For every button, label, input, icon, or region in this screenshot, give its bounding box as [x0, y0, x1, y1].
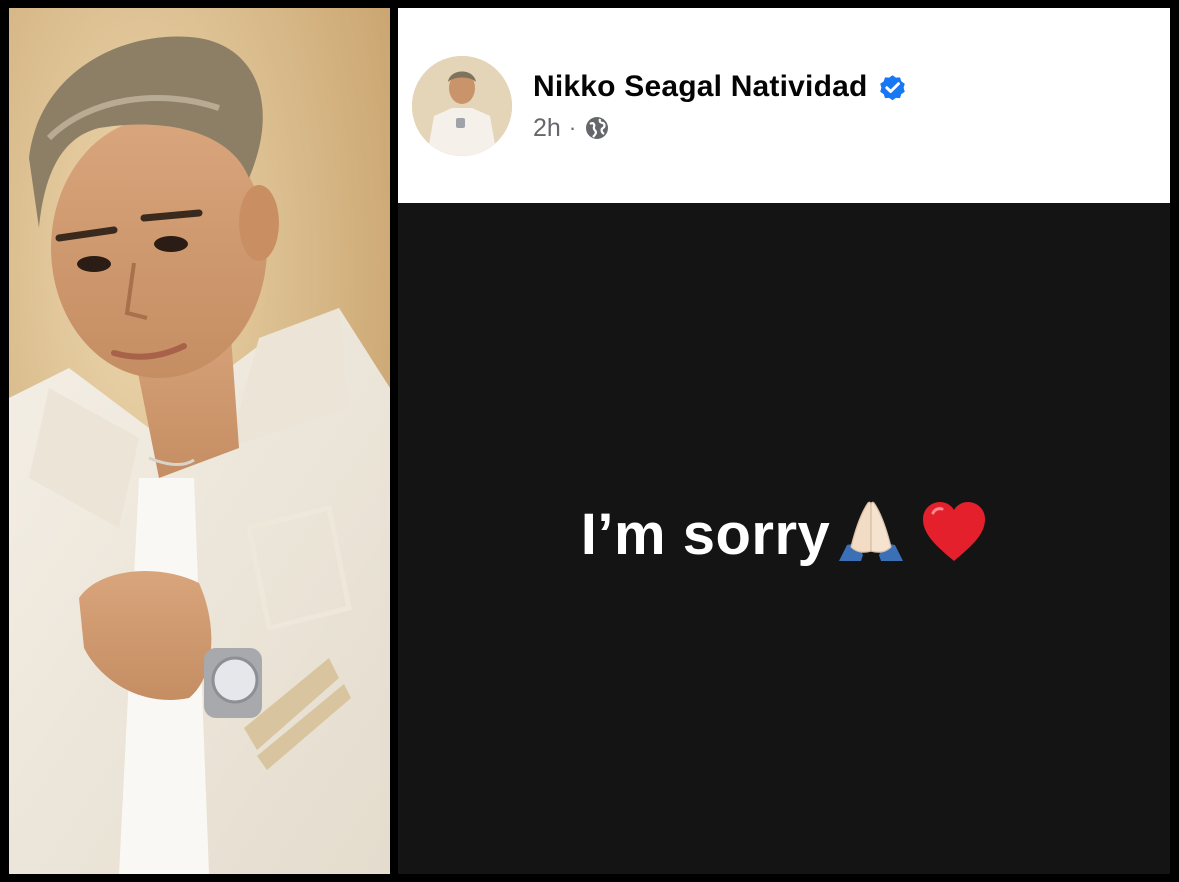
post-body: I’m sorry: [398, 203, 1170, 874]
collage-frame: Nikko Seagal Natividad 2h · I’m sorry: [0, 0, 1179, 882]
post-content: I’m sorry: [398, 499, 1170, 570]
post-text: I’m sorry: [580, 502, 831, 567]
portrait-photo: [9, 8, 390, 874]
post-meta: 2h ·: [533, 113, 610, 143]
meta-separator: ·: [568, 115, 577, 140]
author-avatar[interactable]: [412, 56, 512, 156]
post-header: Nikko Seagal Natividad 2h ·: [398, 8, 1170, 203]
post-timestamp[interactable]: 2h: [533, 114, 561, 143]
red-heart-icon: [921, 501, 987, 568]
folded-hands-icon: [835, 499, 907, 570]
author-name[interactable]: Nikko Seagal Natividad: [533, 70, 868, 104]
author-row: Nikko Seagal Natividad: [533, 70, 908, 104]
verified-badge-icon: [877, 72, 908, 103]
globe-icon[interactable]: [584, 115, 610, 141]
facebook-post: Nikko Seagal Natividad 2h · I’m sorry: [398, 8, 1170, 874]
